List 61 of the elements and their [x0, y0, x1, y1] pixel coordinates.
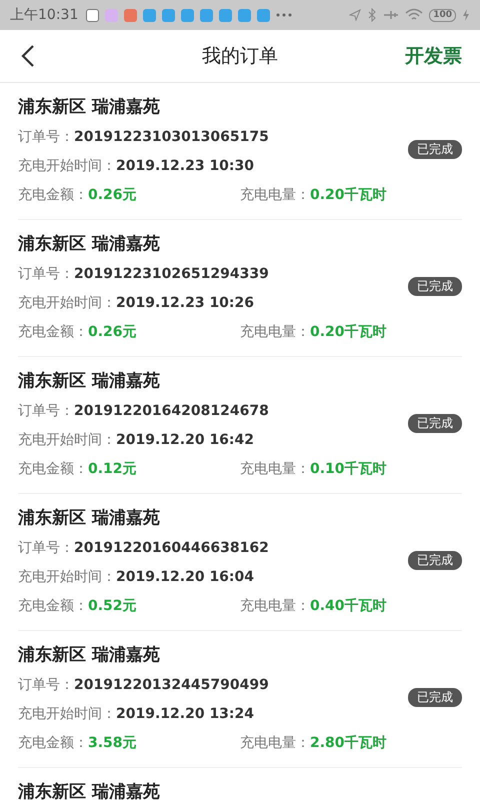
energy-label: 充电电量： [240, 322, 310, 340]
status-badge: 已完成 [408, 551, 462, 570]
amount-value: 3.58元 [88, 734, 137, 752]
order-number: 20191220164208124678 [74, 402, 269, 418]
time-label: 充电开始时间： [18, 704, 116, 722]
invoice-button[interactable]: 开发票 [405, 43, 462, 69]
battery-icon: 100 [429, 8, 456, 22]
energy-value: 0.20千瓦时 [310, 186, 387, 204]
page-title: 我的订单 [202, 44, 278, 69]
energy-label: 充电电量： [240, 734, 310, 752]
bluetooth-icon [367, 8, 378, 22]
start-time: 2019.12.23 10:30 [116, 158, 254, 174]
order-number: 20191223103013065175 [74, 128, 269, 144]
start-time: 2019.12.23 10:26 [116, 294, 254, 310]
order-label: 订单号： [18, 676, 74, 694]
station-name: 浦东新区 瑞浦嘉苑 [18, 644, 161, 667]
amount-label: 充电金额： [18, 596, 88, 614]
station-name: 浦东新区 瑞浦嘉苑 [18, 781, 161, 800]
status-badge: 已完成 [408, 688, 462, 707]
status-badge: 已完成 [408, 414, 462, 433]
time-label: 充电开始时间： [18, 430, 116, 448]
start-time: 2019.12.20 16:42 [116, 432, 254, 448]
start-time: 2019.12.20 13:24 [116, 706, 254, 722]
order-label: 订单号： [18, 538, 74, 556]
order-number: 20191223102651294339 [74, 266, 269, 282]
wifi-icon [405, 8, 424, 22]
order-number: 20191220160446638162 [74, 540, 269, 556]
time-label: 充电开始时间： [18, 568, 116, 586]
amount-label: 充电金额： [18, 460, 88, 478]
amount-value: 0.12元 [88, 460, 137, 478]
amount-value: 0.26元 [88, 322, 137, 340]
order-label: 订单号： [18, 128, 74, 146]
charging-icon [462, 9, 470, 21]
energy-value: 0.10千瓦时 [310, 460, 387, 478]
station-name: 浦东新区 瑞浦嘉苑 [18, 96, 161, 119]
location-icon [349, 9, 362, 21]
energy-value: 0.20千瓦时 [310, 322, 387, 340]
amount-label: 充电金额： [18, 186, 88, 204]
status-badge: 已完成 [408, 140, 462, 159]
order-number: 20191220132445790499 [74, 676, 269, 692]
back-icon[interactable] [20, 44, 36, 68]
amount-value: 0.26元 [88, 186, 137, 204]
time-label: 充电开始时间： [18, 294, 116, 312]
amount-label: 充电金额： [18, 734, 88, 752]
time-label: 充电开始时间： [18, 156, 116, 174]
energy-label: 充电电量： [240, 186, 310, 204]
energy-label: 充电电量： [240, 460, 310, 478]
more-icon [276, 13, 292, 17]
order-label: 订单号： [18, 402, 74, 420]
start-time: 2019.12.20 16:04 [116, 568, 254, 584]
status-badge: 已完成 [408, 277, 462, 296]
station-name: 浦东新区 瑞浦嘉苑 [18, 507, 161, 530]
station-name: 浦东新区 瑞浦嘉苑 [18, 233, 161, 256]
station-name: 浦东新区 瑞浦嘉苑 [18, 370, 161, 393]
energy-value: 2.80千瓦时 [310, 734, 387, 752]
amount-label: 充电金额： [18, 322, 88, 340]
amount-value: 0.52元 [88, 596, 137, 614]
order-label: 订单号： [18, 264, 74, 282]
energy-label: 充电电量： [240, 596, 310, 614]
clock: 上午10:31 [10, 6, 78, 24]
energy-value: 0.40千瓦时 [310, 596, 387, 614]
